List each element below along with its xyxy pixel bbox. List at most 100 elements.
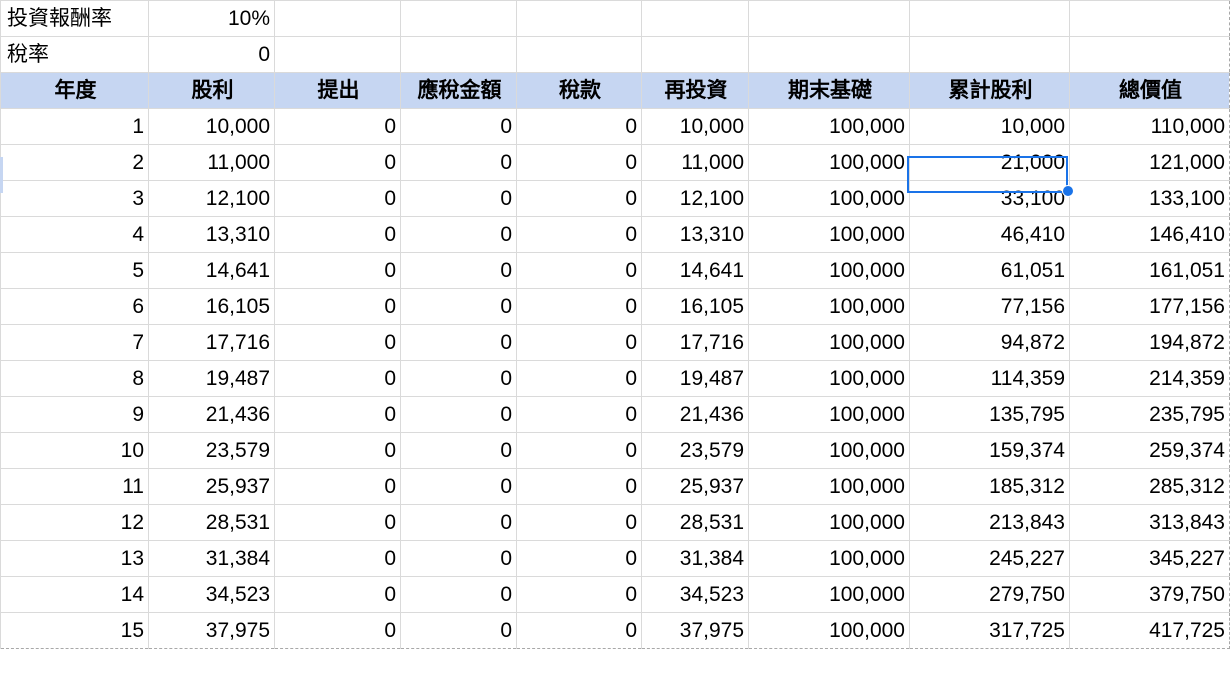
header-dividend[interactable]: 股利 xyxy=(148,72,275,109)
table-cell[interactable]: 6 xyxy=(0,288,149,325)
header-cumulative-dividend[interactable]: 累計股利 xyxy=(909,72,1070,109)
table-cell[interactable]: 0 xyxy=(400,252,517,289)
table-cell[interactable]: 0 xyxy=(274,216,401,253)
table-cell[interactable]: 34,523 xyxy=(641,576,749,613)
cell[interactable] xyxy=(400,0,517,37)
table-cell[interactable]: 279,750 xyxy=(909,576,1070,613)
table-cell[interactable]: 0 xyxy=(516,144,642,181)
table-cell[interactable]: 61,051 xyxy=(909,252,1070,289)
header-withdrawal[interactable]: 提出 xyxy=(274,72,401,109)
fill-handle[interactable] xyxy=(1062,185,1074,197)
table-cell[interactable]: 110,000 xyxy=(1069,108,1230,145)
header-reinvest[interactable]: 再投資 xyxy=(641,72,749,109)
table-cell[interactable]: 12,100 xyxy=(148,180,275,217)
table-cell[interactable]: 31,384 xyxy=(641,540,749,577)
table-cell[interactable]: 0 xyxy=(516,108,642,145)
table-cell[interactable]: 14 xyxy=(0,576,149,613)
table-cell[interactable]: 100,000 xyxy=(748,396,910,433)
table-cell[interactable]: 0 xyxy=(274,432,401,469)
table-cell[interactable]: 0 xyxy=(516,396,642,433)
cell[interactable] xyxy=(909,36,1070,73)
table-cell[interactable]: 10,000 xyxy=(909,108,1070,145)
table-cell[interactable]: 19,487 xyxy=(148,360,275,397)
table-cell[interactable]: 259,374 xyxy=(1069,432,1230,469)
table-cell[interactable]: 16,105 xyxy=(148,288,275,325)
spreadsheet-grid[interactable]: 投資報酬率 10% 稅率 0 年度 股利 提出 應稅金額 稅款 再投資 期末基礎… xyxy=(0,0,1230,649)
table-cell[interactable]: 0 xyxy=(274,576,401,613)
table-cell[interactable]: 317,725 xyxy=(909,612,1070,649)
table-cell[interactable]: 13 xyxy=(0,540,149,577)
table-cell[interactable]: 100,000 xyxy=(748,540,910,577)
cell[interactable] xyxy=(748,36,910,73)
table-cell[interactable]: 4 xyxy=(0,216,149,253)
table-cell[interactable]: 214,359 xyxy=(1069,360,1230,397)
table-cell[interactable]: 379,750 xyxy=(1069,576,1230,613)
table-cell[interactable]: 100,000 xyxy=(748,180,910,217)
table-cell[interactable]: 0 xyxy=(274,468,401,505)
table-cell[interactable]: 19,487 xyxy=(641,360,749,397)
table-cell[interactable]: 33,100 xyxy=(909,180,1070,217)
cell[interactable] xyxy=(516,0,642,37)
table-cell[interactable]: 0 xyxy=(274,612,401,649)
table-cell[interactable]: 0 xyxy=(400,504,517,541)
cell[interactable] xyxy=(641,0,749,37)
table-cell[interactable]: 3 xyxy=(0,180,149,217)
table-cell[interactable]: 37,975 xyxy=(641,612,749,649)
table-cell[interactable]: 31,384 xyxy=(148,540,275,577)
header-ending-basis[interactable]: 期末基礎 xyxy=(748,72,910,109)
table-cell[interactable]: 21,000 xyxy=(909,144,1070,181)
table-cell[interactable]: 0 xyxy=(516,252,642,289)
table-cell[interactable]: 0 xyxy=(516,612,642,649)
table-cell[interactable]: 0 xyxy=(400,540,517,577)
table-cell[interactable]: 0 xyxy=(400,324,517,361)
table-cell[interactable]: 0 xyxy=(516,504,642,541)
header-taxable-amount[interactable]: 應稅金額 xyxy=(400,72,517,109)
table-cell[interactable]: 0 xyxy=(400,288,517,325)
table-cell[interactable]: 14,641 xyxy=(641,252,749,289)
table-cell[interactable]: 100,000 xyxy=(748,144,910,181)
header-tax[interactable]: 稅款 xyxy=(516,72,642,109)
table-cell[interactable]: 313,843 xyxy=(1069,504,1230,541)
table-cell[interactable]: 100,000 xyxy=(748,288,910,325)
table-cell[interactable]: 77,156 xyxy=(909,288,1070,325)
header-total-value[interactable]: 總價值 xyxy=(1069,72,1230,109)
table-cell[interactable]: 0 xyxy=(400,612,517,649)
table-cell[interactable]: 13,310 xyxy=(641,216,749,253)
table-cell[interactable]: 11,000 xyxy=(148,144,275,181)
table-cell[interactable]: 34,523 xyxy=(148,576,275,613)
table-cell[interactable]: 0 xyxy=(400,396,517,433)
table-cell[interactable]: 100,000 xyxy=(748,612,910,649)
header-year[interactable]: 年度 xyxy=(0,72,149,109)
table-cell[interactable]: 8 xyxy=(0,360,149,397)
table-cell[interactable]: 135,795 xyxy=(909,396,1070,433)
table-cell[interactable]: 0 xyxy=(274,144,401,181)
table-cell[interactable]: 285,312 xyxy=(1069,468,1230,505)
table-cell[interactable]: 0 xyxy=(400,468,517,505)
table-cell[interactable]: 185,312 xyxy=(909,468,1070,505)
table-cell[interactable]: 100,000 xyxy=(748,432,910,469)
table-cell[interactable]: 0 xyxy=(516,360,642,397)
table-cell[interactable]: 23,579 xyxy=(148,432,275,469)
table-cell[interactable]: 345,227 xyxy=(1069,540,1230,577)
table-cell[interactable]: 0 xyxy=(516,432,642,469)
table-cell[interactable]: 25,937 xyxy=(148,468,275,505)
table-cell[interactable]: 10,000 xyxy=(641,108,749,145)
table-cell[interactable]: 11 xyxy=(0,468,149,505)
table-cell[interactable]: 37,975 xyxy=(148,612,275,649)
table-cell[interactable]: 2 xyxy=(0,144,149,181)
cell[interactable] xyxy=(274,0,401,37)
table-cell[interactable]: 12,100 xyxy=(641,180,749,217)
table-cell[interactable]: 100,000 xyxy=(748,108,910,145)
table-cell[interactable]: 0 xyxy=(274,288,401,325)
param-label-tax[interactable]: 稅率 xyxy=(0,36,149,73)
param-label-return[interactable]: 投資報酬率 xyxy=(0,0,149,37)
table-cell[interactable]: 7 xyxy=(0,324,149,361)
table-cell[interactable]: 417,725 xyxy=(1069,612,1230,649)
table-cell[interactable]: 121,000 xyxy=(1069,144,1230,181)
table-cell[interactable]: 0 xyxy=(400,432,517,469)
cell[interactable] xyxy=(1069,0,1230,37)
table-cell[interactable]: 0 xyxy=(274,108,401,145)
table-cell[interactable]: 0 xyxy=(516,540,642,577)
cell[interactable] xyxy=(274,36,401,73)
cell[interactable] xyxy=(641,36,749,73)
